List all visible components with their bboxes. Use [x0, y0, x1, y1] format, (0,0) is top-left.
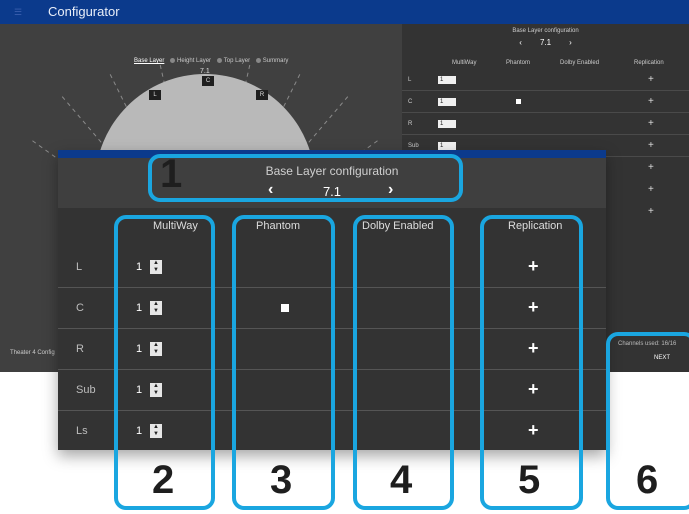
bg-row-label: L — [408, 77, 412, 83]
chevron-right-icon[interactable]: › — [569, 38, 572, 47]
bg-table-row: L 1 + — [402, 70, 689, 91]
bg-replication-add-icon[interactable]: + — [648, 206, 654, 217]
callout-number-2: 2 — [152, 458, 175, 502]
row-label: R — [76, 343, 84, 355]
background-format-value: 7.1 — [539, 38, 552, 47]
step-dot-icon — [216, 58, 222, 63]
bg-col-dolby-enabled: Dolby Enabled — [560, 60, 600, 66]
callout-number-1: 1 — [160, 152, 183, 196]
screenshot-root: { "app": { "title": "Configurator", "men… — [0, 0, 689, 514]
bg-multiway-stepper[interactable]: 1 — [438, 76, 456, 84]
step-summary[interactable]: Summary — [263, 58, 289, 64]
bg-replication-add-icon[interactable]: + — [648, 140, 654, 151]
speaker-l[interactable]: L — [149, 90, 161, 100]
bg-col-multiway: MultiWay — [452, 60, 477, 66]
row-label: L — [76, 261, 83, 273]
bg-row-label: C — [408, 99, 413, 105]
speaker-c[interactable]: C — [202, 76, 214, 86]
background-config-title: Base Layer configuration — [512, 28, 579, 34]
hamburger-menu-icon[interactable]: ☰ — [14, 7, 24, 17]
bg-multiway-stepper[interactable]: 1 — [438, 120, 456, 128]
step-dot-icon — [170, 58, 176, 63]
row-label: Sub — [76, 384, 96, 396]
app-title: Configurator — [48, 4, 120, 19]
step-height-layer[interactable]: Height Layer — [177, 58, 211, 64]
row-label: C — [76, 302, 84, 314]
bg-col-phantom: Phantom — [506, 60, 531, 66]
callout-number-4: 4 — [390, 458, 413, 502]
callout-number-5: 5 — [518, 458, 541, 502]
title-bar: ☰ Configurator — [0, 0, 689, 24]
step-top-layer[interactable]: Top Layer — [224, 58, 250, 64]
bg-row-label: R — [408, 121, 413, 127]
bg-replication-add-icon[interactable]: + — [648, 118, 654, 129]
bg-multiway-stepper[interactable]: 1 — [438, 98, 456, 106]
bg-table-row: C 1 + — [402, 92, 689, 113]
row-label: Ls — [76, 425, 88, 437]
bg-replication-add-icon[interactable]: + — [648, 96, 654, 107]
bg-replication-add-icon[interactable]: + — [648, 184, 654, 195]
callout-box-1 — [148, 154, 463, 202]
bg-col-replication: Replication — [634, 60, 664, 66]
speaker-r[interactable]: R — [256, 90, 268, 100]
bg-replication-add-icon[interactable]: + — [648, 162, 654, 173]
bg-replication-add-icon[interactable]: + — [648, 74, 654, 85]
step-navigation: Base Layer Height Layer Top Layer Summar… — [134, 58, 292, 64]
callout-number-6: 6 — [636, 458, 659, 502]
chevron-left-icon[interactable]: ‹ — [519, 38, 522, 47]
bg-multiway-stepper[interactable]: 1 — [438, 142, 456, 150]
step-base-layer[interactable]: Base Layer — [134, 58, 164, 64]
bg-row-label: Sub — [408, 143, 419, 149]
layout-format-label: 7.1 — [200, 68, 210, 75]
config-name-status: Theater 4 Config — [10, 350, 55, 356]
bg-phantom-checkbox[interactable] — [516, 99, 521, 104]
background-config-header: Base Layer configuration ‹ 7.1 › — [402, 24, 689, 52]
background-format-selector: ‹ 7.1 › — [402, 38, 689, 47]
step-dot-icon — [255, 58, 261, 63]
bg-table-row: R 1 + — [402, 114, 689, 135]
callout-number-3: 3 — [270, 458, 293, 502]
